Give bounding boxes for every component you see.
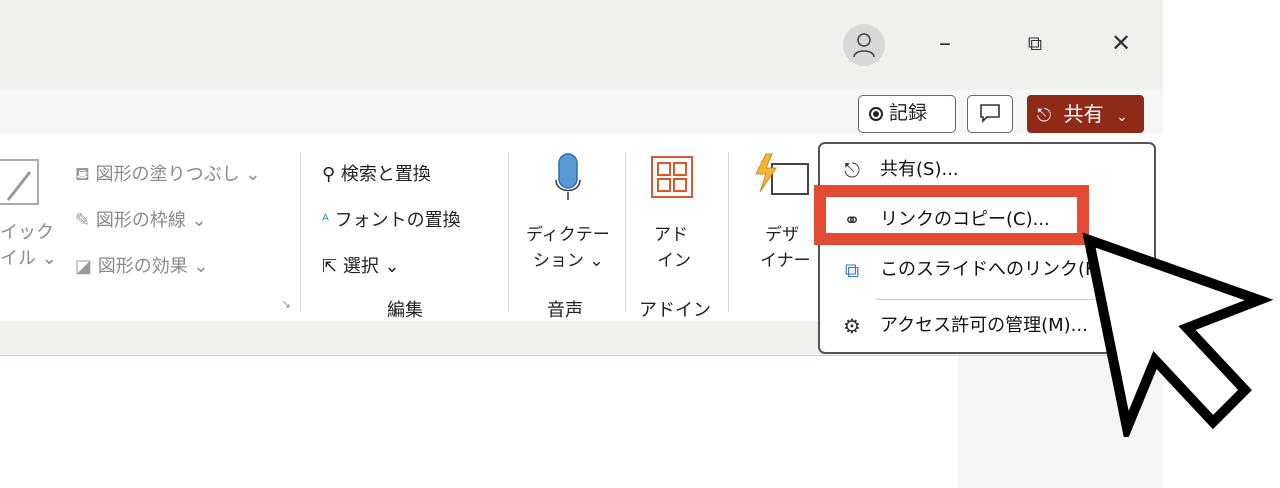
addin-label-2[interactable]: イン	[657, 246, 691, 271]
mouse-cursor-icon	[1082, 232, 1274, 437]
designer-label-1[interactable]: デザ	[765, 220, 799, 245]
addin-group-label: アドイン	[639, 300, 711, 321]
shape-effects-icon: ◪	[75, 256, 93, 277]
group-divider	[728, 152, 729, 312]
share-label: 共有	[1063, 102, 1104, 126]
find-replace-button[interactable]: ⚲ 検索と置換	[322, 160, 431, 186]
shape-effects-button[interactable]: ◪ 図形の効果 ⌄	[75, 252, 209, 278]
dictate-label-2[interactable]: ション ⌄	[533, 246, 604, 271]
comments-button[interactable]	[967, 95, 1013, 133]
restore-button[interactable]: ⧉	[1020, 28, 1050, 58]
account-avatar[interactable]	[843, 24, 885, 66]
addin-label-1[interactable]: アド	[654, 220, 688, 245]
close-button[interactable]: ✕	[1106, 28, 1136, 58]
slide-canvas[interactable]	[0, 356, 958, 488]
designer-label-2[interactable]: イナー	[760, 246, 811, 271]
gear-icon: ⚙	[843, 314, 861, 338]
dictate-label-1[interactable]: ディクテー	[526, 220, 610, 245]
highlight-box	[814, 185, 1089, 245]
search-icon: ⚲	[322, 164, 336, 185]
shape-outline-button[interactable]: ✎ 図形の枠線 ⌄	[75, 206, 207, 232]
slide-link-icon: ⧉	[844, 258, 860, 282]
quick-style-label-2[interactable]: イル ⌄	[0, 244, 57, 270]
group-divider	[625, 152, 626, 312]
microphone-icon[interactable]	[553, 152, 583, 202]
quick-style-icon	[0, 159, 39, 205]
record-icon	[869, 107, 883, 121]
select-button[interactable]: ⇱ 選択 ⌄	[322, 252, 400, 278]
paint-bucket-icon: ⛾	[75, 164, 90, 185]
title-bar	[0, 0, 1163, 90]
share-button[interactable]: ⎋ 共有 ⌄	[1027, 95, 1144, 133]
record-label: 記録	[889, 102, 928, 124]
menu-item-share[interactable]: ⎋ 共有(S)...	[820, 150, 1154, 190]
replace-font-button[interactable]: ᴬ フォントの置換	[322, 206, 461, 232]
group-divider	[300, 152, 301, 312]
edit-group-label: 編集	[387, 300, 423, 321]
voice-group-label: 音声	[547, 300, 583, 321]
designer-icon[interactable]	[752, 152, 810, 202]
record-button[interactable]: 記録	[858, 95, 956, 133]
addins-icon[interactable]	[650, 155, 694, 199]
minimize-button[interactable]: –	[930, 28, 960, 58]
pen-outline-icon: ✎	[75, 210, 91, 231]
comment-icon	[980, 104, 1000, 123]
group-divider	[508, 152, 509, 312]
dialog-launcher-icon[interactable]: ↘	[281, 297, 291, 311]
chevron-down-icon: ⌄	[1115, 109, 1128, 125]
quick-style-label-1[interactable]: イック	[0, 218, 54, 244]
font-replace-icon: ᴬ	[322, 211, 329, 230]
share-icon: ⎋	[1037, 105, 1052, 126]
share-icon: ⎋	[844, 158, 860, 182]
shape-fill-button[interactable]: ⛾ 図形の塗りつぶし ⌄	[75, 160, 260, 188]
person-icon	[853, 33, 875, 58]
pointer-icon: ⇱	[322, 256, 338, 277]
